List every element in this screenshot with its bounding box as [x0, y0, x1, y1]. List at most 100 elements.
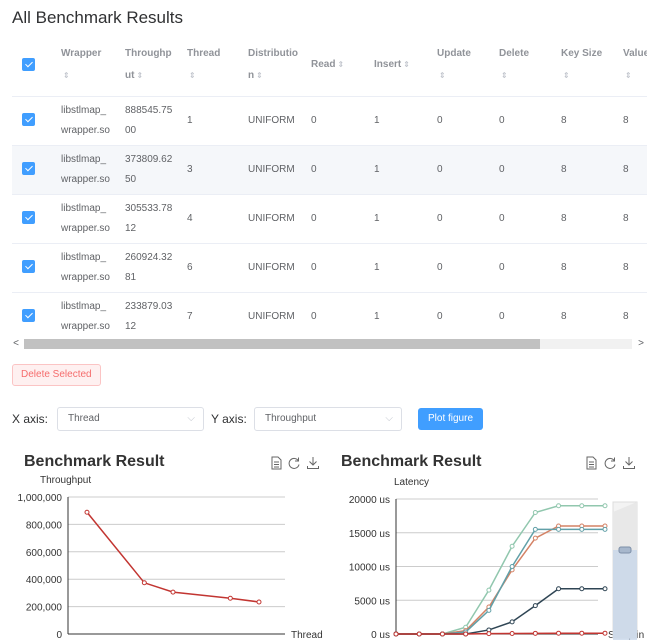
col-header-key-size[interactable]: Key Size ⇕ — [557, 34, 619, 97]
data-point — [579, 503, 585, 509]
x-axis-select[interactable]: Thread ⌵ — [57, 407, 204, 431]
data-point — [602, 586, 608, 592]
scrollbar-thumb[interactable] — [24, 339, 540, 349]
y-tick-label: 400,000 — [26, 575, 63, 586]
table-header-row: Wrapper ⇕ Throughp ut ⇕ Thread ⇕ Distributio… — [12, 34, 647, 97]
col-header-thread[interactable]: Thread ⇕ — [183, 34, 244, 97]
col-header-insert[interactable]: Insert ⇕ — [370, 34, 433, 97]
y-tick-label: 0 us — [371, 630, 390, 641]
cell-wrapper: libstlmap_ wrapper.so — [57, 243, 121, 293]
data-point — [463, 631, 469, 637]
download-icon[interactable] — [306, 456, 320, 470]
scroll-left-icon[interactable]: < — [10, 338, 22, 350]
y-tick-label: 600,000 — [26, 548, 63, 559]
sort-icon[interactable]: ⇕ — [337, 54, 344, 76]
x-axis-label: X axis: — [12, 412, 49, 426]
data-point — [602, 526, 608, 532]
scroll-right-icon[interactable]: > — [635, 338, 647, 350]
data-point — [509, 630, 515, 636]
data-point — [84, 509, 90, 515]
data-point — [256, 599, 262, 605]
y-tick-label: 800,000 — [26, 520, 63, 531]
results-table: Wrapper ⇕ Throughp ut ⇕ Thread ⇕ Distributio… — [12, 34, 647, 338]
chart2-title: Benchmark Result — [341, 453, 482, 470]
select-all-checkbox-icon[interactable] — [22, 57, 35, 71]
cell-throughput: 260924.32 81 — [121, 243, 183, 293]
table-row[interactable]: libstlmap_ wrapper.so 260924.32 81 6 UNIFO… — [12, 243, 647, 293]
row-checkbox-icon[interactable] — [22, 309, 35, 323]
data-zoom-handle-icon — [618, 546, 632, 554]
col-header-throughput[interactable]: Throughp ut ⇕ — [121, 34, 183, 97]
cell-read: 0 — [307, 292, 370, 338]
y-tick-label: 15000 us — [349, 529, 390, 540]
data-point — [393, 631, 399, 637]
refresh-icon[interactable] — [287, 456, 301, 470]
cell-delete: 0 — [495, 243, 557, 293]
document-icon[interactable] — [584, 456, 598, 470]
row-checkbox-icon[interactable] — [22, 260, 35, 274]
col-header-read[interactable]: Read ⇕ — [307, 34, 370, 97]
data-point — [532, 535, 538, 541]
cell-throughput: 373809.62 50 — [121, 145, 183, 195]
series-line — [396, 525, 605, 635]
series-line — [396, 505, 605, 635]
delete-selected-button[interactable]: Delete Selected — [12, 364, 101, 386]
cell-distribution: UNIFORM — [244, 292, 307, 338]
cell-wrapper: libstlmap_ wrapper.so — [57, 194, 121, 244]
col-header-update[interactable]: Update ⇕ — [433, 34, 495, 97]
cell-update: 0 — [433, 292, 495, 338]
col-header-value[interactable]: Value ⇕ — [619, 34, 647, 97]
plot-figure-button[interactable]: Plot figure — [418, 408, 483, 430]
data-point — [509, 564, 515, 569]
download-icon[interactable] — [622, 456, 636, 470]
data-point — [556, 586, 562, 592]
sort-icon[interactable]: ⇕ — [136, 65, 143, 87]
cell-throughput: 233879.03 12 — [121, 292, 183, 338]
cell-value: 8 — [619, 194, 647, 244]
data-point — [486, 587, 492, 593]
row-checkbox-icon[interactable] — [22, 211, 35, 225]
cell-read: 0 — [307, 96, 370, 146]
sort-icon[interactable]: ⇕ — [501, 65, 508, 87]
cell-thread: 7 — [183, 292, 244, 338]
row-checkbox-icon[interactable] — [22, 162, 35, 176]
refresh-icon[interactable] — [603, 456, 617, 470]
document-icon[interactable] — [269, 456, 283, 470]
sort-icon[interactable]: ⇕ — [63, 65, 70, 87]
data-point — [579, 526, 585, 532]
data-point — [602, 630, 608, 636]
sort-icon[interactable]: ⇕ — [189, 65, 196, 87]
x-axis-select-value: Thread — [68, 413, 100, 424]
cell-delete: 0 — [495, 96, 557, 146]
sort-icon[interactable]: ⇕ — [403, 54, 410, 76]
y-tick-label: 1,000,000 — [18, 493, 63, 504]
sort-icon[interactable]: ⇕ — [439, 65, 446, 87]
cell-update: 0 — [433, 243, 495, 293]
data-point — [579, 586, 585, 592]
chevron-down-icon: ⌵ — [385, 413, 393, 424]
sort-icon[interactable]: ⇕ — [563, 65, 570, 87]
y-tick-label: 20000 us — [349, 495, 390, 506]
col-header-delete[interactable]: Delete ⇕ — [495, 34, 557, 97]
cell-value: 8 — [619, 292, 647, 338]
table-row[interactable]: libstlmap_ wrapper.so 888545.75 00 1 UNIFO… — [12, 96, 647, 146]
table-row[interactable]: libstlmap_ wrapper.so 233879.03 12 7 UNIFO… — [12, 292, 647, 338]
sort-icon[interactable]: ⇕ — [256, 65, 263, 87]
table-horizontal-scrollbar[interactable]: < > — [10, 338, 647, 350]
col-header-wrapper[interactable]: Wrapper ⇕ — [57, 34, 121, 97]
table-row[interactable]: libstlmap_ wrapper.so 373809.62 50 3 UNIFO… — [12, 145, 647, 195]
table-row[interactable]: libstlmap_ wrapper.so 305533.78 12 4 UNIFO… — [12, 194, 647, 244]
row-checkbox-icon[interactable] — [22, 113, 35, 127]
col-header-distribution[interactable]: Distributio n ⇕ — [244, 34, 307, 97]
cell-key-size: 8 — [557, 194, 619, 244]
cell-insert: 1 — [370, 292, 433, 338]
cell-delete: 0 — [495, 145, 557, 195]
cell-read: 0 — [307, 243, 370, 293]
data-point — [509, 619, 515, 625]
cell-thread: 1 — [183, 96, 244, 146]
data-point — [556, 630, 562, 636]
cell-value: 8 — [619, 96, 647, 146]
y-axis-select[interactable]: Throughput ⌵ — [254, 407, 402, 431]
y-tick-label: 200,000 — [26, 603, 63, 614]
sort-icon[interactable]: ⇕ — [625, 65, 632, 87]
